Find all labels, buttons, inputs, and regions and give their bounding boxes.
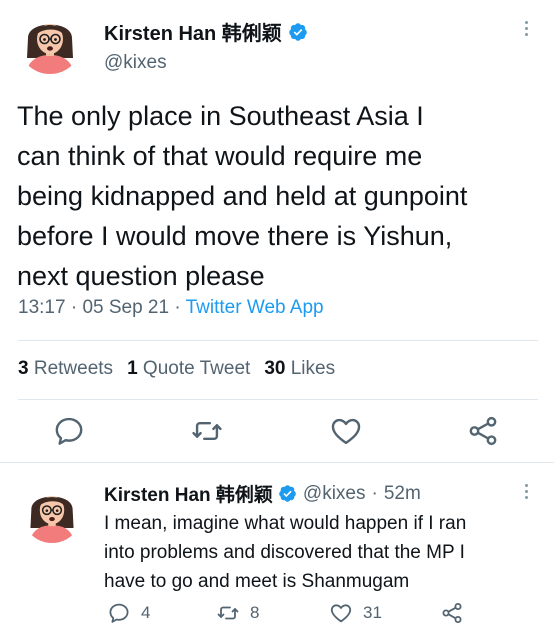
reply-icon [109, 603, 129, 623]
tweet-time[interactable]: 13:17 [18, 297, 66, 318]
like-count: 31 [363, 603, 382, 622]
reply-count: 4 [141, 603, 151, 622]
tweet-actions [0, 414, 554, 450]
more-options-icon[interactable] [523, 21, 529, 41]
retweets-label: Retweets [33, 358, 114, 379]
retweets-count: 3 [18, 358, 29, 379]
author-name-row[interactable]: Kirsten Han 韩俐颖 [104, 17, 308, 46]
divider [18, 340, 538, 341]
reply-icon[interactable] [52, 414, 86, 448]
meta-separator: · [371, 482, 378, 504]
display-name[interactable]: Kirsten Han 韩俐颖 [104, 480, 273, 507]
like-icon[interactable] [329, 414, 363, 448]
tweet-text-line: can think of that would require me [17, 141, 423, 171]
tweet-text-line: The only place in Southeast Asia I [17, 101, 424, 131]
reply-tweet[interactable]: Kirsten Han 韩俐颖 @kixes · 52m I mean, ima… [0, 463, 554, 640]
verified-badge-icon [278, 484, 297, 503]
quotes-stat[interactable]: 1 Quote Tweet [127, 358, 250, 379]
like-icon [330, 604, 352, 623]
retweet-icon[interactable] [190, 414, 224, 448]
tweet-stats: 3 Retweets 1 Quote Tweet 30 Likes [18, 358, 335, 380]
avatar[interactable] [18, 10, 82, 74]
tweet-date[interactable]: 05 Sep 21 [82, 297, 169, 318]
retweet-icon [217, 606, 239, 620]
tweet-time-ago[interactable]: 52m [384, 483, 421, 505]
avatar[interactable] [22, 483, 82, 543]
share-icon[interactable] [466, 414, 500, 448]
quotes-label: Quote Tweet [142, 358, 251, 379]
divider [18, 399, 538, 400]
tweet-source-link[interactable]: Twitter Web App [186, 297, 324, 318]
verified-badge-icon [288, 22, 308, 42]
main-tweet: Kirsten Han 韩俐颖 @kixes The only place in… [0, 0, 554, 462]
tweet-text-line: next question please [17, 261, 265, 291]
retweet-button[interactable]: 8 [216, 601, 259, 625]
share-icon [442, 603, 462, 623]
meta-separator: · [70, 297, 78, 318]
tweet-text-line: being kidnapped and held at gunpoint [17, 181, 468, 211]
likes-count: 30 [264, 358, 286, 379]
likes-label: Likes [290, 358, 336, 379]
reply-text-line: I mean, imagine what would happen if I r… [104, 513, 467, 534]
quotes-count: 1 [127, 358, 138, 379]
display-name[interactable]: Kirsten Han 韩俐颖 [104, 17, 282, 46]
reply-text-line: have to go and meet is Shanmugam [104, 571, 410, 592]
share-button[interactable] [440, 601, 464, 625]
retweet-count: 8 [250, 603, 260, 622]
meta-separator: · [174, 297, 181, 318]
reply-text-line: into problems and discovered that the MP… [104, 542, 465, 563]
reply-button[interactable]: 4 [107, 601, 150, 625]
reply-text: I mean, imagine what would happen if I r… [104, 509, 544, 596]
retweets-stat[interactable]: 3 Retweets [18, 358, 113, 379]
tweet-text-line: before I would move there is Yishun, [17, 221, 453, 251]
likes-stat[interactable]: 30 Likes [264, 358, 335, 379]
reply-author-row: Kirsten Han 韩俐颖 @kixes · 52m [104, 480, 421, 507]
reply-actions: 4 8 31 [0, 601, 554, 627]
like-button[interactable]: 31 [329, 601, 382, 625]
more-options-icon[interactable] [523, 484, 529, 504]
tweet-meta: 13:17 · 05 Sep 21 · Twitter Web App [18, 297, 324, 319]
author-handle[interactable]: @kixes [104, 52, 167, 74]
tweet-text: The only place in Southeast Asia I can t… [17, 96, 542, 296]
author-handle[interactable]: @kixes [303, 483, 366, 505]
